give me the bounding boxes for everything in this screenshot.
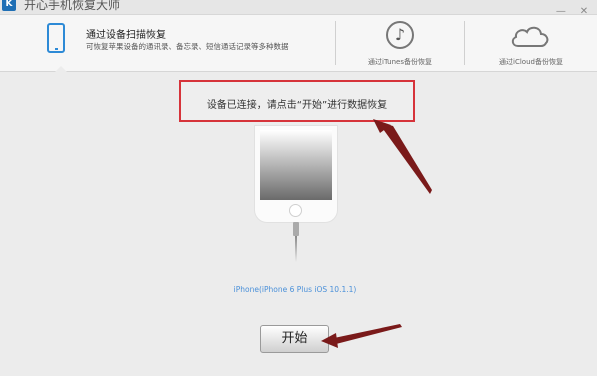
annotation-arrow-start — [334, 324, 402, 344]
iphone-illustration — [255, 126, 337, 222]
app-logo: K — [2, 0, 16, 11]
tab-icloud-backup[interactable]: 通过iCloud备份恢复 — [465, 15, 597, 71]
annotation-arrow-notice — [378, 122, 432, 194]
tab-itunes-backup[interactable]: ♪ 通过iTunes备份恢复 — [336, 15, 464, 71]
music-note-icon: ♪ — [386, 21, 414, 49]
connection-status-notice: 设备已连接，请点击“开始”进行数据恢复 — [179, 80, 415, 122]
lightning-cable-wire — [295, 236, 297, 262]
phone-icon — [47, 23, 65, 53]
tab-icloud-label: 通过iCloud备份恢复 — [499, 58, 563, 66]
active-tab-pointer — [55, 66, 67, 72]
start-button[interactable]: 开始 — [260, 325, 329, 353]
device-model-label: iPhone(iPhone 6 Plus iOS 10.1.1) — [233, 285, 357, 294]
app-title: 开心手机恢复大师 — [24, 0, 121, 12]
lightning-cable-plug — [293, 222, 299, 236]
tab-device-scan-description: 可恢复苹果设备的通讯录、备忘录、短信通话记录等多种数据 — [86, 42, 289, 51]
connection-status-text: 设备已连接，请点击“开始”进行数据恢复 — [206, 100, 388, 111]
recovery-mode-tabs: 通过设备扫描恢复 可恢复苹果设备的通讯录、备忘录、短信通话记录等多种数据 ♪ 通… — [0, 15, 597, 72]
tab-device-scan-title: 通过设备扫描恢复 — [86, 30, 166, 41]
iphone-screen — [260, 130, 332, 200]
tab-itunes-label: 通过iTunes备份恢复 — [368, 58, 432, 66]
title-bar: K 开心手机恢复大师 — ✕ — [0, 0, 597, 17]
cloud-icon — [511, 26, 549, 47]
tab-device-scan[interactable]: 通过设备扫描恢复 可恢复苹果设备的通讯录、备忘录、短信通话记录等多种数据 — [0, 15, 335, 72]
iphone-home-button — [289, 204, 302, 217]
